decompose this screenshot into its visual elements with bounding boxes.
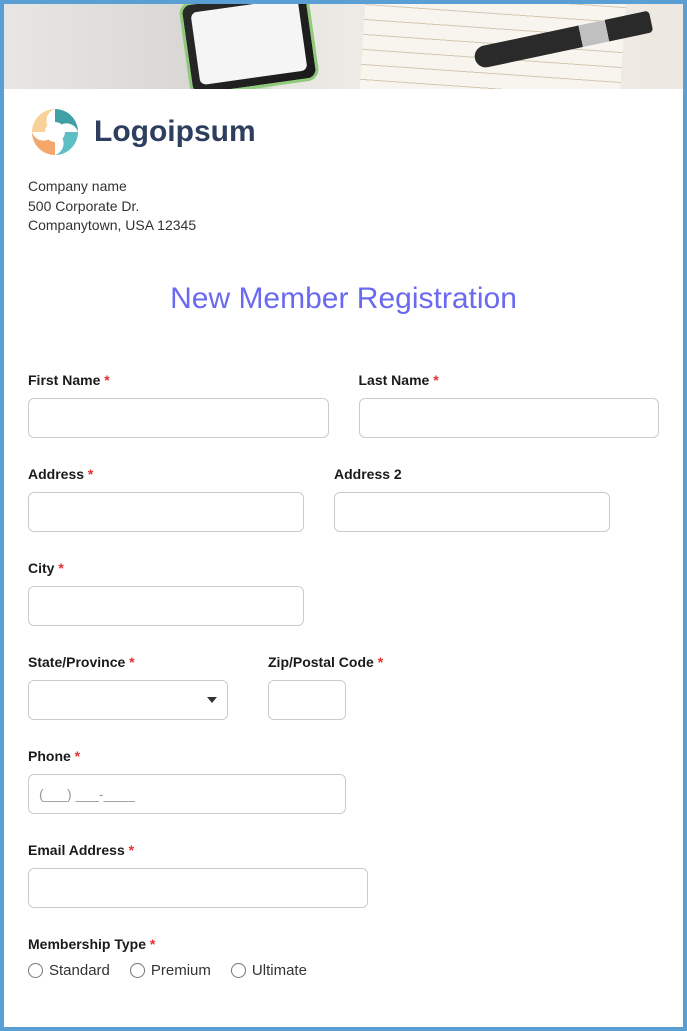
address2-input[interactable] — [334, 492, 610, 532]
required-asterisk: * — [75, 748, 80, 764]
form-title: New Member Registration — [28, 282, 659, 316]
phone-input[interactable] — [28, 774, 346, 814]
address2-label: Address 2 — [334, 466, 610, 482]
email-label: Email Address * — [28, 842, 659, 858]
logo-icon — [28, 105, 82, 159]
state-select[interactable] — [28, 680, 228, 720]
membership-radio-standard[interactable] — [28, 963, 43, 978]
membership-radio-premium[interactable] — [130, 963, 145, 978]
phone-label: Phone * — [28, 748, 659, 764]
membership-radio-ultimate[interactable] — [231, 963, 246, 978]
company-info: Company name 500 Corporate Dr. Companyto… — [28, 177, 659, 236]
address-label: Address * — [28, 466, 304, 482]
zip-label: Zip/Postal Code * — [268, 654, 468, 670]
hero-banner — [4, 4, 683, 89]
logo-text: Logoipsum — [94, 115, 256, 149]
company-name: Company name — [28, 177, 659, 197]
company-street: 500 Corporate Dr. — [28, 197, 659, 217]
required-asterisk: * — [378, 654, 383, 670]
address-input[interactable] — [28, 492, 304, 532]
city-input[interactable] — [28, 586, 304, 626]
membership-options: Standard Premium Ultimate — [28, 962, 659, 979]
hero-phone-decor — [178, 4, 320, 89]
required-asterisk: * — [150, 936, 155, 952]
last-name-input[interactable] — [359, 398, 660, 438]
email-input[interactable] — [28, 868, 368, 908]
city-label: City * — [28, 560, 304, 576]
zip-input[interactable] — [268, 680, 346, 720]
logo-block: Logoipsum — [28, 105, 659, 159]
required-asterisk: * — [58, 560, 63, 576]
required-asterisk: * — [433, 372, 438, 388]
required-asterisk: * — [104, 372, 109, 388]
membership-label: Membership Type * — [28, 936, 659, 952]
membership-option-premium[interactable]: Premium — [130, 962, 211, 979]
required-asterisk: * — [129, 842, 134, 858]
first-name-input[interactable] — [28, 398, 329, 438]
state-label: State/Province * — [28, 654, 228, 670]
last-name-label: Last Name * — [359, 372, 660, 388]
required-asterisk: * — [88, 466, 93, 482]
membership-option-standard[interactable]: Standard — [28, 962, 110, 979]
required-asterisk: * — [129, 654, 134, 670]
company-citystate: Companytown, USA 12345 — [28, 216, 659, 236]
first-name-label: First Name * — [28, 372, 329, 388]
membership-option-ultimate[interactable]: Ultimate — [231, 962, 307, 979]
